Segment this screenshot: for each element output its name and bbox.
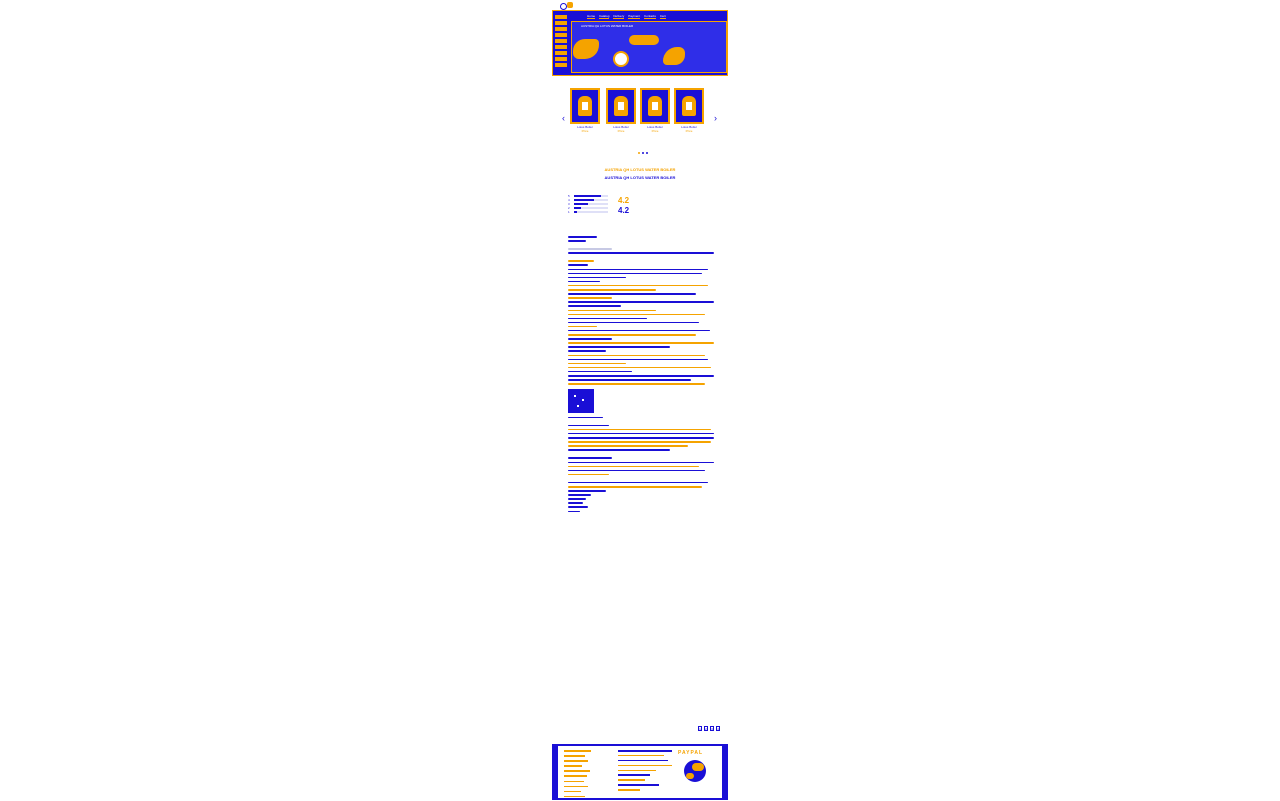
payment-label: PAYPAL: [678, 750, 704, 756]
nav-item[interactable]: Contacts: [644, 14, 656, 19]
footer: PAYPAL: [552, 744, 728, 800]
product-card[interactable]: Lotus Boiler Price: [640, 88, 670, 146]
nav-item[interactable]: Cart: [659, 14, 666, 19]
nav-item[interactable]: Catalog: [599, 14, 610, 19]
product-card[interactable]: Lotus Boiler Price: [606, 88, 636, 146]
carousel-next-button[interactable]: ›: [714, 114, 717, 123]
page-subtitle: AUSTRIA QH LOTUS WATER BOILER: [604, 175, 676, 180]
product-price: Price: [685, 128, 693, 133]
product-price: Price: [651, 128, 659, 133]
product-card[interactable]: Lotus Boiler Price: [570, 88, 600, 146]
pagination: 1 2 3 4: [698, 726, 720, 731]
product-card[interactable]: Lotus Boiler Price: [674, 88, 704, 146]
hero-title: AUSTRIA QH LOTUS WATER BOILER: [581, 24, 634, 28]
carousel-prev-button[interactable]: ‹: [562, 114, 565, 123]
rating-bar-row: 1: [568, 210, 608, 214]
top-nav: Home Catalog Delivery Payment Contacts C…: [587, 14, 666, 19]
product-image[interactable]: [640, 88, 670, 124]
nav-item[interactable]: Delivery: [613, 14, 625, 19]
product-price: Price: [581, 128, 589, 133]
carousel-dots[interactable]: [638, 152, 648, 154]
product-image[interactable]: [606, 88, 636, 124]
site-logo[interactable]: [560, 2, 574, 10]
hero-sidebar: [555, 15, 567, 73]
globe-icon: [684, 760, 706, 782]
product-carousel: ‹ › Lotus Boiler Price Lotus Boiler Pric…: [562, 88, 717, 148]
page: Home Catalog Delivery Payment Contacts C…: [552, 0, 728, 800]
footer-payment: PAYPAL: [678, 750, 720, 756]
description-body: [568, 236, 714, 515]
footer-links[interactable]: [564, 750, 594, 801]
page-title: AUSTRIA QH LOTUS WATER BOILER: [604, 167, 676, 172]
page-link[interactable]: 3: [710, 726, 714, 731]
page-link[interactable]: 4: [716, 726, 720, 731]
rating-section: 5 4 3 2 1 4.2 4.2: [568, 182, 716, 232]
page-link[interactable]: 1: [698, 726, 702, 731]
nav-item[interactable]: Home: [587, 14, 596, 19]
page-link[interactable]: 2: [704, 726, 708, 731]
nav-item[interactable]: Payment: [628, 14, 641, 19]
rating-score-secondary: 4.2: [618, 206, 630, 215]
hero-banner: Home Catalog Delivery Payment Contacts C…: [552, 10, 728, 76]
info-image: [568, 388, 594, 413]
footer-contacts: [618, 750, 672, 794]
product-image[interactable]: [674, 88, 704, 124]
rating-score: 4.2: [618, 196, 630, 205]
product-price: Price: [617, 128, 625, 133]
product-image[interactable]: [570, 88, 600, 124]
